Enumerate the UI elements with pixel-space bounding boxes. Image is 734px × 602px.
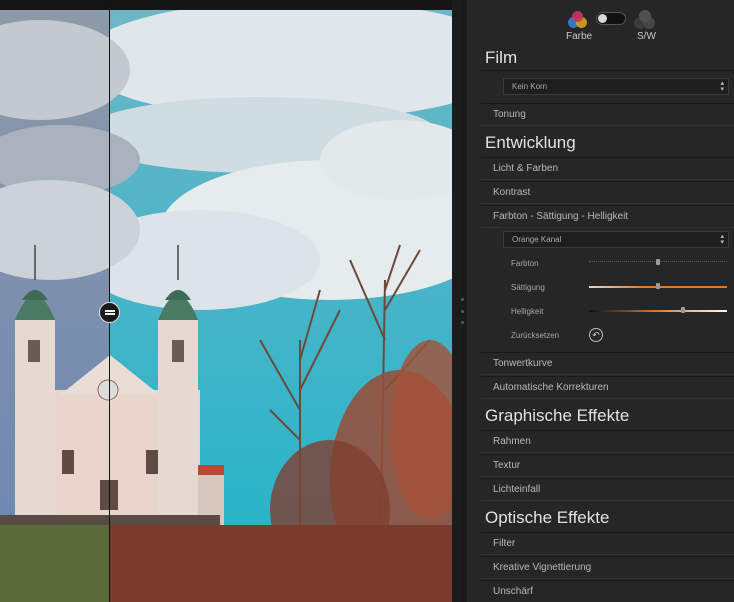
item-filter[interactable]: Filter — [481, 532, 734, 555]
item-automatische-korrekturen[interactable]: Automatische Korrekturen — [481, 376, 734, 399]
item-label: Textur — [493, 460, 521, 471]
item-tonung[interactable]: Tonung — [481, 103, 734, 126]
slider-label-saettigung: Sättigung — [511, 283, 545, 292]
item-unschaerf[interactable]: Unschärf — [481, 580, 734, 602]
slider-thumb[interactable] — [656, 283, 660, 289]
church-photo — [0, 10, 452, 602]
slider-label-farbton: Farbton — [511, 259, 539, 268]
item-tonwertkurve[interactable]: Tonwertkurve — [481, 352, 734, 375]
photo-preview — [0, 10, 452, 602]
panel-resize-grip[interactable] — [461, 298, 465, 324]
section-title-entwicklung[interactable]: Entwicklung — [485, 133, 576, 153]
item-kreative-vignettierung[interactable]: Kreative Vignettierung — [481, 556, 734, 579]
saturation-slider[interactable] — [589, 283, 727, 291]
item-textur[interactable]: Textur — [481, 454, 734, 477]
slider-label-helligkeit: Helligkeit — [511, 307, 544, 316]
channel-select[interactable]: Orange Kanal ▴ ▾ — [503, 231, 729, 248]
color-mode-icon[interactable] — [568, 11, 588, 31]
select-chevron-icon: ▴ ▾ — [720, 80, 724, 93]
color-bw-toggle[interactable] — [596, 12, 626, 25]
item-lichteinfall[interactable]: Lichteinfall — [481, 478, 734, 501]
slider-thumb[interactable] — [681, 307, 686, 313]
section-title-graphische-effekte[interactable]: Graphische Effekte — [485, 406, 629, 426]
section-title-optische-effekte[interactable]: Optische Effekte — [485, 508, 609, 528]
grain-select-value: Kein Korn — [512, 82, 548, 91]
channel-select-value: Orange Kanal — [512, 235, 562, 244]
bw-mode-icon[interactable] — [634, 10, 656, 32]
item-label: Licht & Farben — [493, 163, 559, 174]
preview-canvas[interactable] — [0, 0, 462, 602]
slider-track — [589, 310, 727, 312]
split-view-handle[interactable] — [99, 302, 120, 323]
reset-icon[interactable]: ↶ — [589, 328, 603, 342]
select-chevron-icon: ▴ ▾ — [720, 233, 724, 246]
reset-label[interactable]: Zurücksetzen — [511, 331, 559, 340]
item-licht-farben[interactable]: Licht & Farben — [481, 157, 734, 180]
item-label: Automatische Korrekturen — [493, 382, 609, 393]
lightness-slider[interactable] — [589, 307, 727, 315]
grain-select[interactable]: Kein Korn ▴ ▾ — [503, 78, 729, 95]
color-mode-label[interactable]: Farbe — [566, 31, 592, 42]
item-label: Unschärf — [493, 586, 534, 597]
color-mode-switch: Farbe S/W — [467, 6, 734, 42]
item-label: Kontrast — [493, 187, 531, 198]
item-label: Farbton - Sättigung - Helligkeit — [493, 211, 629, 222]
slider-thumb[interactable] — [656, 259, 660, 265]
adjustment-panel: Farbe S/W Film Kein Korn ▴ ▾ Tonung Entwi… — [466, 0, 734, 602]
section-title-film[interactable]: Film — [485, 48, 517, 68]
item-label: Filter — [493, 538, 516, 549]
item-rahmen[interactable]: Rahmen — [481, 430, 734, 453]
item-label: Rahmen — [493, 436, 531, 447]
bw-mode-label[interactable]: S/W — [637, 31, 656, 42]
item-label: Tonung — [493, 109, 526, 120]
toggle-knob — [598, 14, 607, 23]
item-kontrast[interactable]: Kontrast — [481, 181, 734, 204]
item-farbton-saettigung-helligkeit[interactable]: Farbton - Sättigung - Helligkeit — [481, 205, 734, 228]
item-label: Kreative Vignettierung — [493, 562, 592, 573]
split-view-line[interactable] — [109, 0, 110, 602]
hue-slider[interactable] — [589, 259, 727, 267]
item-label: Lichteinfall — [493, 484, 541, 495]
item-label: Tonwertkurve — [493, 358, 553, 369]
divider — [481, 70, 734, 71]
